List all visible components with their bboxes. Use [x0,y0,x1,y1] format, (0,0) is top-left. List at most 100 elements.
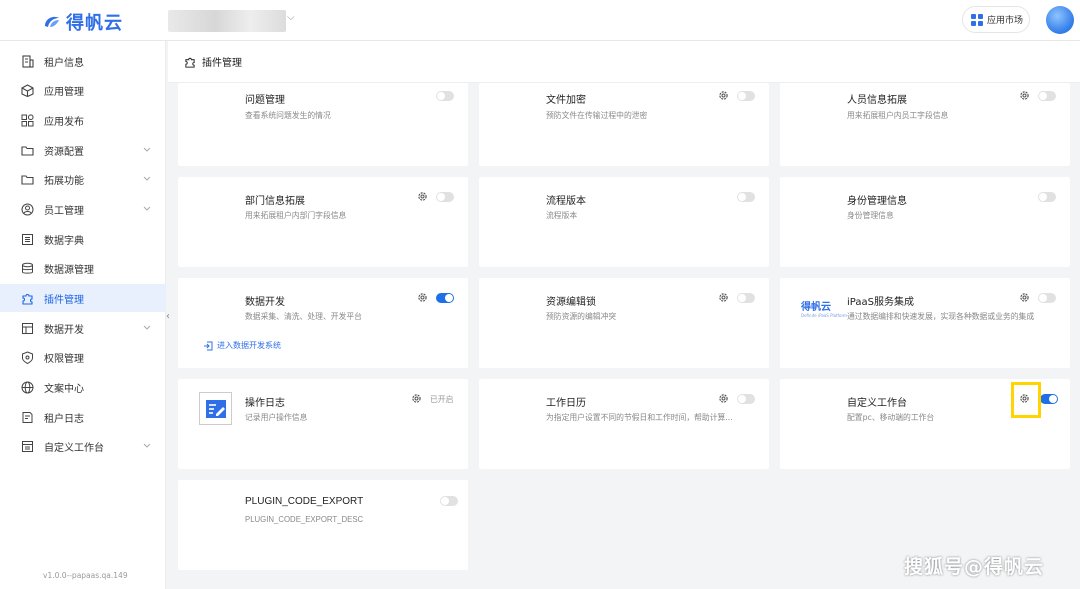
plugin-card: 操作日志 记录用户操作信息 已开启 [178,379,468,469]
sidebar-item-app-publish[interactable]: 应用发布 [0,106,166,134]
plugin-title: 工作日历 [546,398,586,409]
gear-icon[interactable] [1019,90,1030,101]
plugin-toggle[interactable] [737,192,755,202]
sidebar-item-tenant-log[interactable]: 租户日志 [0,403,166,431]
plugin-card: 得帆云 Definite iPaaS Platform iPaaS服务集成 通过… [780,278,1070,368]
chevron-down-icon [143,147,151,152]
sidebar-item-custom-workbench[interactable]: 自定义工作台 [0,432,166,460]
sidebar-item-employees[interactable]: 员工管理 [0,195,166,223]
plugin-title: 资源编辑锁 [546,297,596,308]
ipaas-logo: 得帆云 Definite iPaaS Platform [801,298,847,318]
chevron-down-icon [143,325,151,330]
plugin-card: 身份管理信息 身份管理信息 [780,177,1070,267]
sidebar-item-copy-center[interactable]: 文案中心 [0,373,166,401]
sidebar-item-label: 插件管理 [44,294,84,306]
plugin-desc: 预防资源的编辑冲突 [546,312,617,321]
sidebar-item-label: 数据源管理 [44,264,94,276]
plugin-title: 操作日志 [245,398,285,409]
plugin-toggle[interactable] [1038,192,1056,202]
logo[interactable]: 得帆云 [42,9,123,35]
enter-data-dev-link[interactable]: 进入数据开发系统 [203,340,281,351]
gear-icon[interactable] [718,90,729,101]
logo-mark-icon [45,16,59,27]
plugin-title: 身份管理信息 [847,196,907,207]
plugin-desc: 为指定用户设置不同的节假日和工作时间，帮助计算... [546,413,733,422]
sidebar-item-resource-config[interactable]: 资源配置 [0,136,166,164]
sidebar-item-label: 租户日志 [44,413,84,425]
plugin-toggle[interactable] [1038,91,1056,101]
plugin-toggle[interactable] [737,91,755,101]
sidebar-item-permissions[interactable]: 权限管理 [0,343,166,371]
avatar[interactable] [1046,6,1074,34]
sidebar-item-label: 应用管理 [44,86,84,98]
sidebar-collapse-icon[interactable]: ‹ [166,305,176,327]
gear-icon[interactable] [718,292,729,303]
sidebar-item-tenant-info[interactable]: 租户信息 [0,47,166,75]
sidebar-item-app-management[interactable]: 应用管理 [0,76,166,104]
plugin-card: 问题管理 查看系统问题发生的情况 [178,83,468,166]
gear-icon[interactable] [417,292,428,303]
plugin-toggle[interactable] [737,394,755,404]
plugin-title: 文件加密 [546,95,586,106]
folder-icon [21,144,34,157]
shield-icon [21,350,34,364]
plugin-toggle[interactable] [436,91,454,101]
plugin-toggle[interactable] [1040,394,1058,404]
highlight-box [1011,382,1041,418]
puzzle-icon [21,292,34,305]
plugin-status: 已开启 [430,395,454,404]
app-grid-icon [971,13,983,26]
user-circle-icon [21,203,34,216]
app-market-label: 应用市场 [987,16,1024,26]
sidebar-item-plugins[interactable]: 插件管理 [0,284,166,312]
plugin-card: 数据开发 数据采集、清洗、处理、开发平台 进入数据开发系统 [178,278,468,368]
sidebar-item-label: 资源配置 [44,146,84,158]
sidebar-item-label: 文案中心 [44,383,84,395]
plugin-card: PLUGIN_CODE_EXPORT PLUGIN_CODE_EXPORT_DE… [178,480,468,570]
plugin-title: PLUGIN_CODE_EXPORT [245,496,364,507]
gear-icon[interactable] [718,393,729,404]
top-bar: 得帆云 ⌵ 应用市场 [0,0,1080,41]
page-header: 插件管理 [168,41,1080,83]
plugin-toggle[interactable] [440,496,458,506]
plugin-title: 部门信息拓展 [245,196,305,207]
sidebar-item-label: 拓展功能 [44,175,84,187]
tenant-selector[interactable] [168,10,286,32]
version-label: v1.0.0--papaas.qa.149 [43,571,128,580]
sidebar-item-label: 数据字典 [44,235,84,247]
plugin-desc: 预防文件在传输过程中的泄密 [546,111,648,120]
plugin-title: 流程版本 [546,196,586,207]
gear-icon[interactable] [1019,292,1030,303]
plugin-desc: 查看系统问题发生的情况 [245,111,331,120]
ipaas-logo-sub: Definite iPaaS Platform [801,313,847,318]
sidebar-item-datasource[interactable]: 数据源管理 [0,254,166,282]
sidebar-item-label: 数据开发 [44,324,84,336]
plugin-title: 问题管理 [245,95,285,106]
plugin-toggle[interactable] [1038,293,1056,303]
sidebar-item-extensions[interactable]: 拓展功能 [0,165,166,193]
chevron-down-icon [143,176,151,181]
plugin-desc: 身份管理信息 [847,211,894,220]
plugin-card: 流程版本 流程版本 [479,177,769,267]
plugin-title: 人员信息拓展 [847,95,907,106]
app-market-button[interactable]: 应用市场 [962,6,1030,33]
sidebar-item-label: 租户信息 [44,57,84,69]
chevron-down-icon[interactable]: ⌵ [287,12,295,23]
sidebar-item-data-dev[interactable]: 数据开发 [0,314,166,342]
plugin-toggle[interactable] [737,293,755,303]
plugin-toggle[interactable] [436,192,454,202]
sidebar-item-dictionary[interactable]: 数据字典 [0,225,166,253]
building-icon [21,54,34,68]
page-title: 插件管理 [202,58,242,69]
puzzle-icon [185,57,195,68]
folder-icon [21,173,34,186]
gear-icon[interactable] [411,393,422,404]
sidebar-item-label: 自定义工作台 [44,442,104,454]
gear-icon[interactable] [417,191,428,202]
plugin-title: iPaaS服务集成 [847,297,914,308]
plugin-toggle[interactable] [436,293,454,303]
plugin-desc: 用来拓展租户内员工字段信息 [847,111,949,120]
logo-text: 得帆云 [66,13,123,34]
database-icon [21,262,34,275]
plugin-desc: 用来拓展租户内部门字段信息 [245,211,347,220]
